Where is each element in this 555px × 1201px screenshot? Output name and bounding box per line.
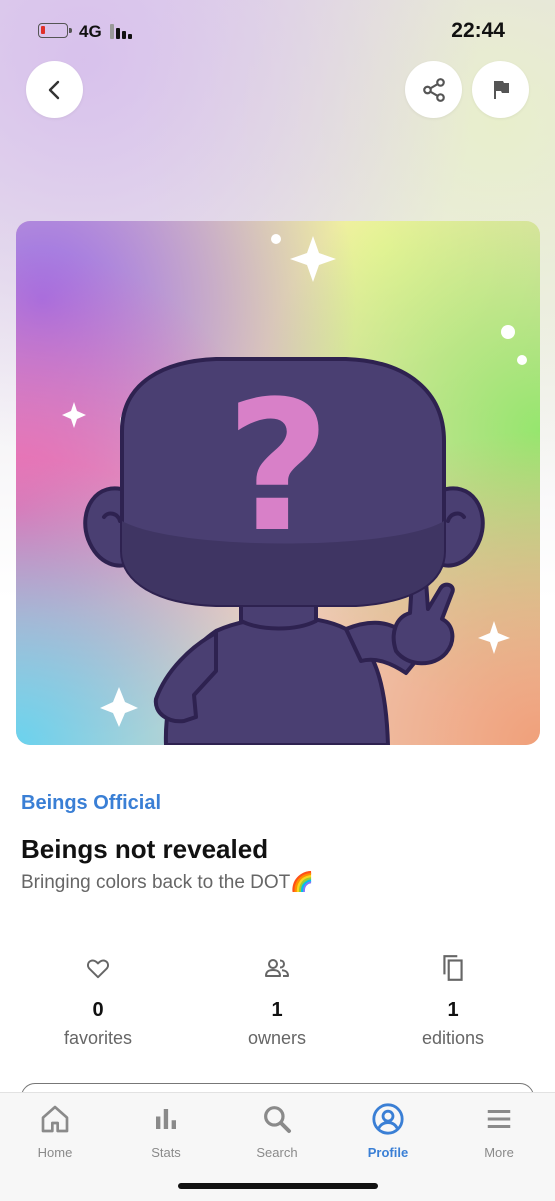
- share-button[interactable]: [405, 61, 462, 118]
- owners-label: owners: [247, 1028, 307, 1048]
- report-button[interactable]: [472, 61, 529, 118]
- owners-stat[interactable]: 1 owners: [202, 950, 352, 1049]
- favorites-label: favorites: [63, 1028, 133, 1048]
- home-indicator: [178, 1183, 378, 1189]
- copy-icon: [378, 950, 528, 986]
- menu-icon: [459, 1101, 539, 1137]
- editions-label: editions: [421, 1028, 485, 1048]
- people-icon: [202, 950, 352, 986]
- tab-search-label: Search: [256, 1145, 298, 1160]
- tab-home[interactable]: Home: [15, 1101, 95, 1160]
- chevron-left-icon: [48, 80, 59, 99]
- favorites-stat[interactable]: 0 favorites: [23, 950, 173, 1049]
- tab-more-label: More: [484, 1145, 514, 1160]
- flag-icon: [493, 80, 509, 99]
- editions-count: 1: [447, 999, 459, 1021]
- tab-home-label: Home: [37, 1145, 73, 1160]
- share-icon: [422, 77, 445, 102]
- tab-search[interactable]: Search: [237, 1101, 317, 1160]
- tab-profile-label: Profile: [367, 1145, 409, 1160]
- status-bar: 4G 22:44: [0, 0, 555, 60]
- heart-icon: [23, 950, 173, 986]
- battery-icon: [38, 23, 72, 38]
- tab-profile[interactable]: Profile: [348, 1101, 428, 1160]
- back-button[interactable]: [26, 61, 83, 118]
- profile-icon: [348, 1101, 428, 1137]
- home-icon: [15, 1101, 95, 1137]
- editions-stat[interactable]: 1 editions: [378, 950, 528, 1049]
- question-mark: ?: [226, 363, 330, 572]
- search-icon: [237, 1101, 317, 1137]
- stats-row: 0 favorites 1 owners 1 editions: [0, 950, 555, 1060]
- nft-description: Bringing colors back to the DOT🌈: [21, 872, 314, 893]
- owners-count: 1: [271, 999, 283, 1021]
- tab-stats-label: Stats: [151, 1145, 181, 1160]
- nft-artwork[interactable]: ?: [16, 221, 540, 745]
- tab-stats[interactable]: Stats: [126, 1101, 206, 1160]
- status-time: 22:44: [451, 19, 505, 42]
- bar-chart-icon: [126, 1101, 206, 1137]
- collection-link[interactable]: Beings Official: [21, 792, 161, 815]
- favorites-count: 0: [92, 999, 104, 1021]
- signal-icon: [110, 24, 136, 39]
- tab-more[interactable]: More: [459, 1101, 539, 1160]
- nft-title: Beings not revealed: [21, 834, 269, 864]
- network-label: 4G: [79, 22, 102, 41]
